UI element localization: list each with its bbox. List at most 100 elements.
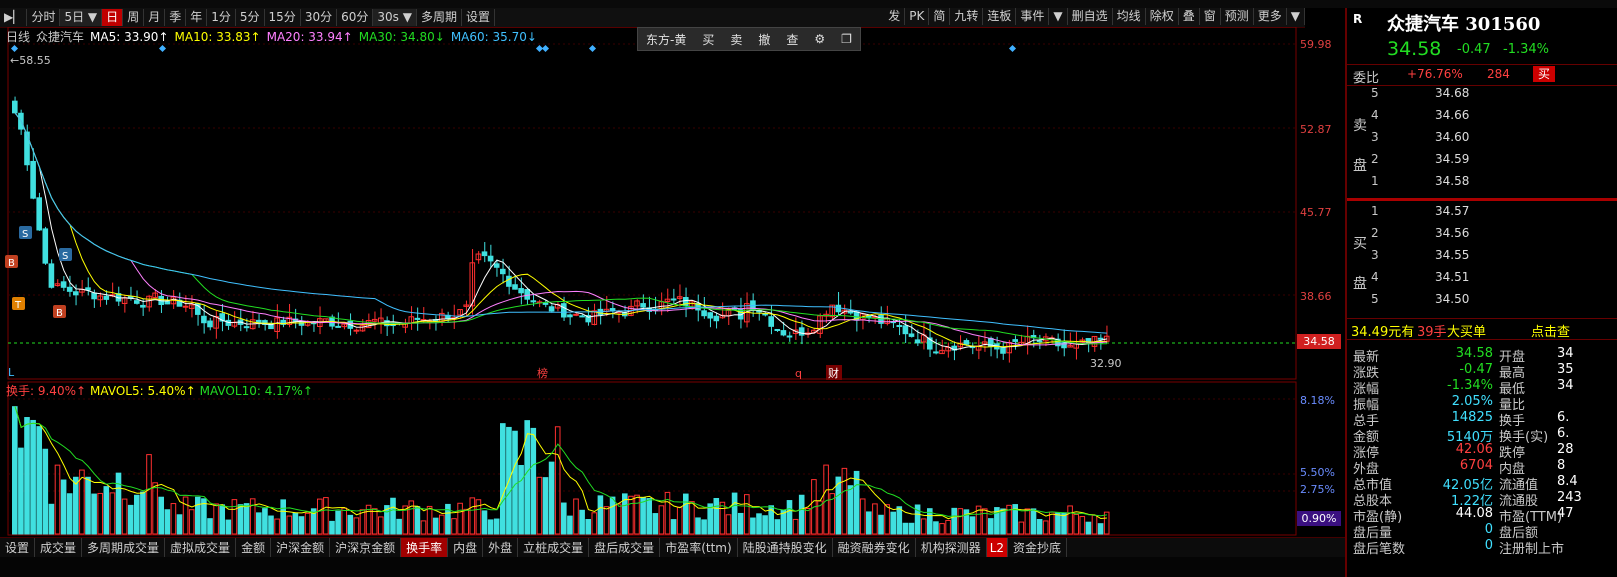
trade-button-2[interactable]: 卖 [722, 31, 750, 48]
turnover-bar [249, 498, 256, 535]
indicator-tab-8[interactable]: 内盘 [448, 538, 484, 558]
book-level: 3 [1371, 130, 1379, 144]
period-button-2[interactable]: 日 [102, 9, 124, 26]
trade-button-4[interactable]: 查 [778, 31, 806, 48]
price-change: -0.47 [1457, 42, 1491, 57]
turnover-bar [957, 508, 964, 535]
stat-value: 34 [1557, 346, 1574, 361]
turnover-bar [591, 512, 598, 535]
toolbar-tool-13[interactable]: 更多 [1254, 8, 1287, 25]
stat-value: 28 [1557, 442, 1574, 457]
turnover-bar [981, 508, 988, 535]
vol-current-tag: 0.90% [1297, 511, 1341, 526]
book-level: 1 [1371, 174, 1379, 188]
indicator-tab-15[interactable]: 机构探测器 [916, 538, 987, 558]
indicator-tab-12[interactable]: 市盈率(ttm) [660, 538, 738, 558]
turnover-bar [158, 496, 164, 535]
candle-body [201, 315, 207, 324]
period-button-1[interactable]: 5日 ▼ [60, 9, 103, 26]
indicator-tab-14[interactable]: 融资融券变化 [833, 538, 916, 558]
indicator-tab-9[interactable]: 外盘 [483, 538, 519, 558]
book-price: 34.68 [1435, 86, 1470, 100]
turnover-bar [670, 519, 677, 535]
big-order-link[interactable]: 点击查 [1531, 321, 1570, 340]
trade-button-3[interactable]: 撤 [750, 31, 778, 48]
big-order-row[interactable]: 34.49元有 39手 大买单 点击查 [1347, 318, 1617, 340]
candle-body [542, 302, 549, 305]
turnover-bar [1097, 523, 1104, 535]
turnover-bar [451, 518, 457, 535]
indicator-tab-16[interactable]: L2 [986, 538, 1009, 558]
indicator-tab-13[interactable]: 陆股通持股变化 [738, 538, 833, 558]
toolbar-play-icon[interactable]: ▶▏ [0, 9, 28, 26]
turnover-bar [945, 519, 951, 535]
trade-button-0[interactable]: 东方-黄 [638, 31, 694, 48]
period-button-13[interactable]: 多周期 [417, 9, 462, 26]
toolbar-tool-3[interactable]: 九转 [950, 8, 984, 25]
period-button-14[interactable]: 设置 [462, 9, 495, 26]
toolbar-tool-4[interactable]: 连板 [983, 8, 1017, 25]
stat-value: 8 [1557, 458, 1566, 473]
buy-button[interactable]: 买 [1533, 66, 1555, 82]
indicator-tab-11[interactable]: 盘后成交量 [589, 538, 661, 558]
kline-chart[interactable]: ←58.55 32.90 L 榜 q 财 S B T S B [0, 26, 1345, 537]
kline-chart-area[interactable]: ←58.55 32.90 L 榜 q 财 S B T S B [0, 26, 1345, 537]
legend-item-3: MA10: 33.83↑ [174, 30, 261, 44]
indicator-tab-4[interactable]: 金额 [236, 538, 272, 558]
turnover-bar [518, 464, 524, 535]
stat-row: 总市值 42.05亿 流通值 8.4 [1347, 474, 1617, 493]
book-price: 34.50 [1435, 292, 1470, 306]
candle-body [780, 330, 787, 336]
indicator-tab-5[interactable]: 沪深金额 [271, 538, 331, 558]
settings-icon[interactable]: ⚙ [806, 32, 833, 46]
book-row: 4 34.66 [1371, 108, 1611, 128]
period-button-8[interactable]: 5分 [236, 9, 265, 26]
toolbar-tool-7[interactable]: 删自选 [1068, 8, 1113, 25]
toolbar-tool-0[interactable]: 发 [884, 8, 906, 25]
indicator-tab-1[interactable]: 成交量 [35, 538, 83, 558]
toolbar-tool-8[interactable]: 均线 [1113, 8, 1146, 25]
toolbar-tool-2[interactable]: 简 [929, 8, 951, 25]
turnover-bar [353, 517, 360, 535]
book-row: 2 34.59 [1371, 152, 1611, 172]
period-button-12[interactable]: 30s ▼ [373, 9, 417, 26]
indicator-tab-3[interactable]: 虚拟成交量 [165, 538, 237, 558]
period-button-7[interactable]: 1分 [207, 9, 236, 26]
indicator-tab-10[interactable]: 立桩成交量 [518, 538, 590, 558]
indicator-tab-17[interactable]: 资金抄底 [1008, 538, 1068, 558]
turnover-bar [1067, 505, 1073, 535]
window-icon[interactable]: ❐ [833, 32, 860, 46]
vol-axis-label: 5.50% [1300, 466, 1335, 479]
candle-body [103, 295, 110, 300]
period-button-11[interactable]: 60分 [337, 9, 374, 26]
trade-button-1[interactable]: 买 [694, 31, 722, 48]
period-button-0[interactable]: 分时 [27, 9, 61, 26]
indicator-tab-7[interactable]: 换手率 [401, 538, 449, 558]
period-button-10[interactable]: 30分 [301, 9, 338, 26]
indicator-tab-2[interactable]: 多周期成交量 [82, 538, 166, 558]
toolbar-tool-6[interactable]: ▼ [1049, 8, 1068, 25]
indicator-tab-0[interactable]: 设置 [0, 538, 36, 558]
toolbar-tool-11[interactable]: 窗 [1200, 8, 1221, 25]
candle-body [164, 300, 171, 305]
period-button-4[interactable]: 月 [144, 9, 166, 26]
period-button-9[interactable]: 15分 [265, 9, 301, 26]
period-button-3[interactable]: 周 [123, 9, 145, 26]
toolbar-tool-14[interactable]: ▼ [1287, 8, 1305, 25]
period-button-6[interactable]: 年 [186, 9, 208, 26]
toolbar-tool-9[interactable]: 除权 [1146, 8, 1179, 25]
toolbar-tool-12[interactable]: 预测 [1221, 8, 1254, 25]
toolbar-tool-10[interactable]: 叠 [1179, 8, 1200, 25]
indicator-tab-6[interactable]: 沪深京金额 [330, 538, 402, 558]
book-price: 34.66 [1435, 108, 1470, 122]
book-row: 1 34.58 [1371, 174, 1611, 194]
signal-badge-1: B [8, 258, 15, 269]
stat-value: 6. [1557, 426, 1570, 441]
period-button-5[interactable]: 季 [165, 9, 187, 26]
toolbar-tool-1[interactable]: PK [905, 8, 930, 25]
book-price: 34.57 [1435, 204, 1470, 218]
turnover-bar [713, 497, 720, 535]
toolbar-tool-5[interactable]: 事件 [1016, 8, 1050, 25]
turnover-bar [573, 498, 579, 535]
turnover-bar [585, 519, 592, 535]
